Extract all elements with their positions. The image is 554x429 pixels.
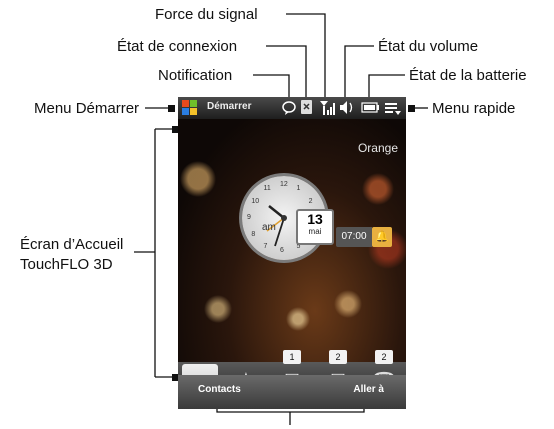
- notification-icon: [282, 101, 296, 115]
- windows-start-icon: [182, 100, 197, 115]
- clock-number: 12: [280, 181, 288, 188]
- clock-number: 1: [296, 185, 301, 193]
- connection-icon: [301, 100, 312, 114]
- home-screen: Orange 121234567891011 am 13 mai 07:00 🔔…: [178, 119, 406, 397]
- date-month: mai: [308, 227, 322, 236]
- clock-number: 7: [263, 242, 268, 250]
- date-day: 13: [307, 211, 323, 227]
- softkey-go-to[interactable]: Aller à: [353, 384, 384, 395]
- softkey-bar: Contacts Aller à: [178, 375, 406, 409]
- phone-screen: Démarrer Orange 121234567891011 am 13 ma…: [178, 97, 406, 409]
- alarm-time[interactable]: 07:00: [336, 227, 372, 247]
- battery-icon: [361, 102, 379, 113]
- clock-number: 10: [251, 197, 260, 205]
- clock-number: 2: [308, 197, 313, 205]
- clock-number: 6: [280, 247, 284, 254]
- operator-name: Orange: [357, 141, 398, 155]
- clock-number: 8: [251, 230, 256, 238]
- callout-volume-status: État du volume: [378, 38, 479, 55]
- callout-signal-strength: Force du signal: [155, 6, 258, 23]
- quick-menu-icon: [385, 103, 401, 115]
- bell-icon[interactable]: 🔔: [372, 227, 392, 247]
- clock-ampm: am: [262, 222, 276, 233]
- softkey-contacts[interactable]: Contacts: [198, 384, 241, 395]
- callout-notification: Notification: [158, 67, 233, 84]
- signal-strength-icon: [320, 101, 335, 115]
- callout-battery-status: État de la batterie: [409, 67, 527, 84]
- callout-quick-menu: Menu rapide: [432, 100, 516, 117]
- messages-badge: 1: [283, 350, 301, 364]
- callout-connection-status: État de connexion: [117, 38, 238, 55]
- email-badge: 2: [329, 350, 347, 364]
- date-display: 13 mai: [296, 209, 334, 245]
- volume-icon: [340, 101, 353, 114]
- callout-start-menu: Menu Démarrer: [34, 100, 140, 117]
- status-bar: Démarrer: [178, 97, 406, 119]
- clock-number: 11: [263, 185, 271, 193]
- start-menu-label[interactable]: Démarrer: [207, 101, 251, 112]
- callout-home-screen-line2: TouchFLO 3D: [20, 256, 113, 273]
- clock-number: 9: [247, 214, 251, 221]
- callout-home-screen-line1: Écran d’Accueil: [20, 236, 124, 253]
- calls-badge: 2: [375, 350, 393, 364]
